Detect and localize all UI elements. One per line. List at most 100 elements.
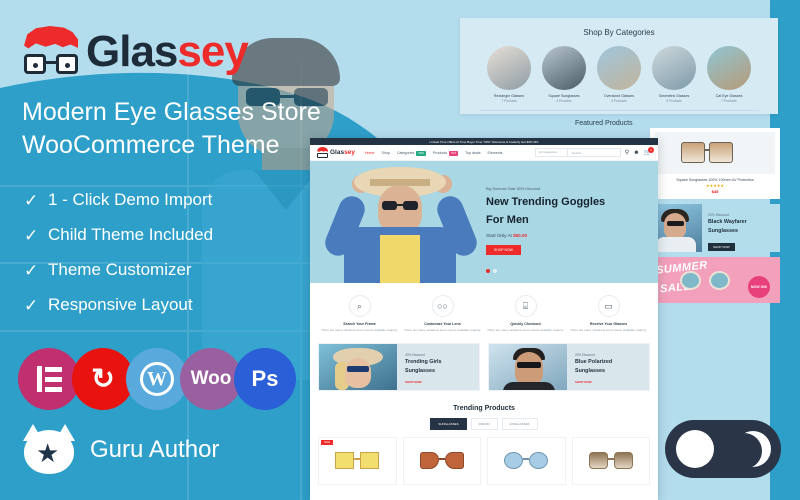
category-item[interactable]: Oversized Glasses 6 Products	[597, 46, 641, 104]
banner-title-line-2: Sunglasses	[708, 228, 738, 234]
brand-logo: Glassey	[22, 22, 322, 84]
brand-name-primary: Glas	[86, 27, 178, 76]
sunglasses-graphic-icon	[680, 271, 730, 291]
feature-label: Responsive Layout	[48, 295, 193, 314]
service-desc: There are many variations lorem ipsum av…	[570, 328, 647, 332]
dark-mode-toggle[interactable]	[665, 420, 781, 478]
promo-shop-now-button[interactable]: SHOP NOW	[405, 380, 442, 384]
service-item: ⌕ Search Your Frame There are many varia…	[318, 295, 401, 333]
trending-tabs: SUNGLASSES ROUND EYEGLASSES	[318, 417, 650, 430]
new-tag: NEW	[416, 150, 426, 156]
tab-sunglasses[interactable]: SUNGLASSES	[430, 417, 467, 430]
product-image	[655, 132, 775, 174]
truck-icon: ▭	[597, 295, 620, 317]
promo-shop-now-button[interactable]: SHOP NOW	[575, 380, 612, 384]
product-card[interactable]	[402, 436, 481, 485]
promo-banner-blue[interactable]: 20% Discount Blue Polarized Sunglasses S…	[488, 342, 650, 391]
divider	[479, 110, 759, 111]
search-bar[interactable]: All Categories Search...	[534, 148, 621, 157]
category-thumbnail	[542, 46, 586, 90]
service-title: Customize Your Lens	[424, 322, 461, 326]
category-item[interactable]: Geometric Glasses 5 Products	[652, 46, 696, 104]
product-glasses-icon	[419, 452, 464, 469]
summer-sale-banner[interactable]: SUMMER SALE NOW ON!	[650, 257, 780, 303]
wordpress-badge: W	[126, 348, 188, 410]
category-count: 7 Products	[721, 99, 737, 103]
hero-model-image	[321, 165, 481, 283]
promo-discount: 20% Discount	[405, 352, 425, 357]
promo-banner-row: 20% Discount Trending Girls Sunglasses S…	[310, 342, 658, 401]
author-name: Guru Author	[90, 436, 220, 463]
feature-label: Theme Customizer	[48, 260, 192, 279]
category-item[interactable]: Rectangle Glasses 7 Products	[487, 46, 531, 104]
search-category-select[interactable]: All Categories	[536, 148, 568, 157]
category-count: 4 Products	[556, 99, 572, 103]
category-thumbnail	[597, 46, 641, 90]
product-price: $45	[711, 189, 719, 194]
nav-item-products[interactable]: Products HOT	[432, 150, 459, 156]
headline-line-2: WooCommerce Theme	[22, 131, 280, 159]
category-item[interactable]: Square Sunglasses 4 Products	[542, 46, 586, 104]
shop-now-button[interactable]: SHOP NOW	[708, 243, 735, 251]
tab-round[interactable]: ROUND	[470, 417, 498, 430]
check-icon: ✓	[24, 225, 39, 245]
category-item[interactable]: Cat Eye Glasses 7 Products	[707, 46, 751, 104]
featured-products-label: Featured Products	[575, 120, 633, 127]
product-card[interactable]: SALE	[318, 436, 397, 485]
author-credit: ★ Guru Author	[20, 424, 219, 476]
refresh-icon: ↻	[91, 363, 115, 394]
nav-item-top-deals[interactable]: Top deals	[465, 151, 480, 155]
headline-line-1: Modern Eye Glasses Store	[22, 98, 321, 126]
product-card[interactable]	[571, 436, 650, 485]
search-icon[interactable]: ⚲	[625, 149, 629, 156]
mockup-logo[interactable]: Glassey	[317, 147, 355, 158]
hero-eyebrow: Big Summer Sale 50% Discount	[486, 187, 541, 191]
basket-icon: ⌸	[514, 295, 537, 317]
tab-eyeglasses[interactable]: EYEGLASSES	[501, 417, 538, 430]
search-input[interactable]: Search...	[568, 151, 584, 155]
photoshop-badge: Ps	[234, 348, 296, 410]
product-glasses-icon	[335, 452, 380, 469]
announcement-bar: Limited Time Offers At Time Buyer Time "…	[310, 138, 658, 145]
tech-badge-row: ↻ W Woo Ps	[18, 348, 296, 420]
woocommerce-badge: Woo	[180, 348, 242, 410]
promo-title-line-2: Sunglasses	[575, 367, 605, 374]
nav-label: Products	[432, 150, 448, 155]
nav-item-categories[interactable]: Categories NEW	[397, 150, 426, 156]
shop-by-categories-panel: Shop By Categories Rectangle Glasses 7 P…	[460, 18, 778, 114]
category-thumbnail	[707, 46, 751, 90]
mockup-brand-primary: Glas	[330, 149, 345, 156]
feature-label: 1 - Click Demo Import	[48, 190, 213, 209]
user-icon[interactable]: ☻	[633, 150, 639, 156]
category-count: 7 Products	[501, 99, 517, 103]
nav-item-shop[interactable]: Shop	[382, 151, 390, 155]
feature-item: ✓ Responsive Layout	[24, 295, 344, 315]
hero-shop-now-button[interactable]: SHOP NOW	[486, 245, 521, 255]
wayfarer-promo-banner[interactable]: 20% Discount Black Wayfarer Sunglasses S…	[650, 204, 780, 252]
sun-circle-icon[interactable]	[675, 430, 714, 468]
website-mockup: Limited Time Offers At Time Buyer Time "…	[310, 138, 658, 500]
cart-icon[interactable]: 🛒 0	[644, 147, 654, 156]
sale-badge: SALE	[321, 439, 334, 445]
promo-title-line-2: Sunglasses	[405, 367, 435, 374]
mockup-brand-accent: sey	[344, 149, 355, 156]
trending-product-grid: SALE	[310, 430, 658, 485]
service-desc: There are many variations lorem ipsum av…	[321, 328, 398, 332]
services-row: ⌕ Search Your Frame There are many varia…	[310, 283, 658, 343]
category-thumbnail	[487, 46, 531, 90]
product-card[interactable]	[487, 436, 566, 485]
crescent-moon-icon[interactable]	[735, 431, 771, 467]
feature-label: Child Theme Included	[48, 225, 214, 244]
feature-item: ✓ Theme Customizer	[24, 260, 344, 280]
slider-dots[interactable]	[486, 269, 497, 273]
feature-item: ✓ Child Theme Included	[24, 225, 344, 245]
promo-banner-girls[interactable]: 20% Discount Trending Girls Sunglasses S…	[318, 342, 480, 391]
nav-item-elements[interactable]: Elements	[488, 151, 503, 155]
product-card[interactable]: Square Sunglasses 100% 100mm UV Protecti…	[650, 128, 780, 199]
nav-item-home[interactable]: Home	[365, 151, 375, 155]
promo-discount: 20% Discount	[575, 352, 595, 357]
glasses-hair-logo-icon	[22, 24, 78, 80]
trending-products-section: Trending Products SUNGLASSES ROUND EYEGL…	[310, 401, 658, 430]
check-icon: ✓	[24, 295, 39, 315]
wordpress-icon: W	[140, 362, 174, 396]
